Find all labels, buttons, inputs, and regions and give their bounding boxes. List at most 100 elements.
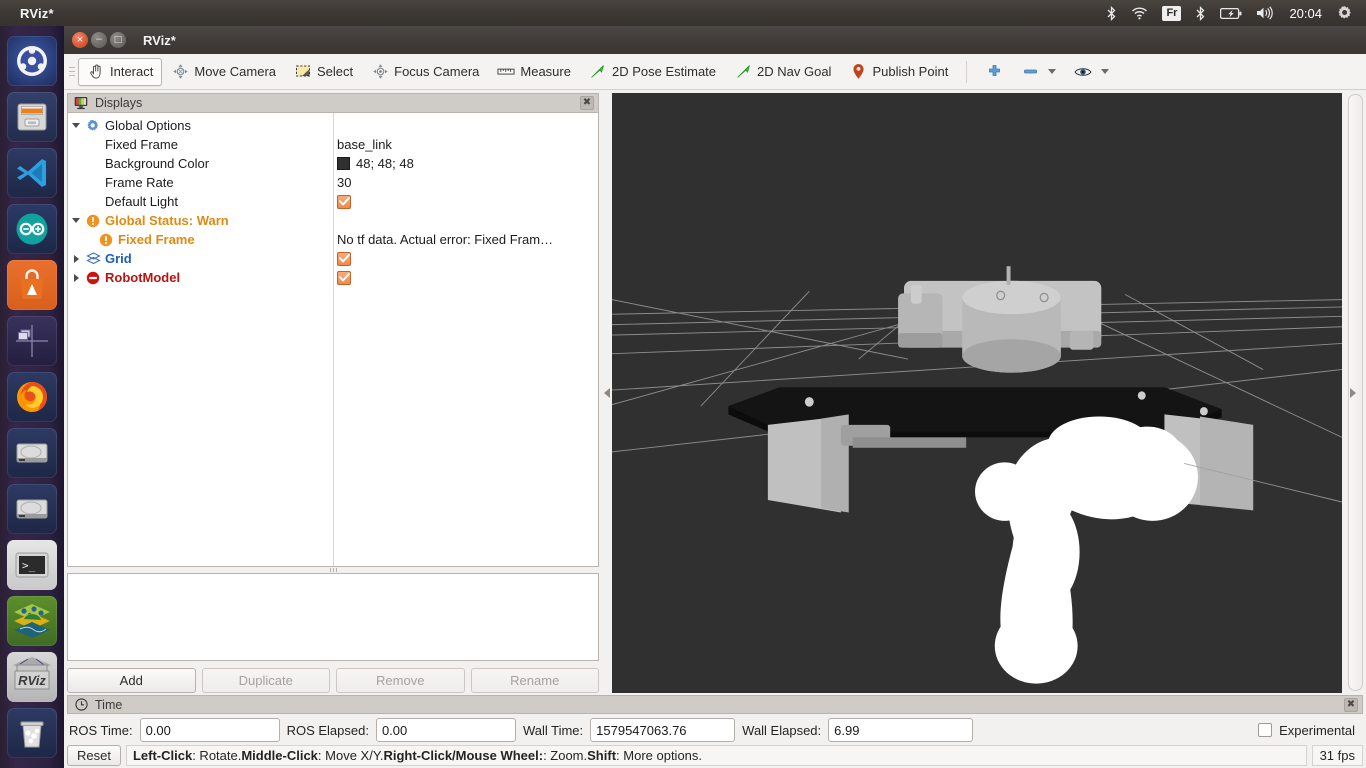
error-icon (84, 271, 102, 285)
tool-move-camera[interactable]: Move Camera (162, 58, 285, 86)
tool-measure-label: Measure (520, 64, 571, 79)
time-panel-header: Time ✖ (67, 695, 1363, 714)
3d-viewport[interactable] (612, 93, 1342, 693)
displays-tree[interactable]: Global Options Fixed Frame Background Co… (67, 112, 599, 567)
tool-publish-point[interactable]: Publish Point (840, 58, 957, 86)
color-swatch[interactable] (337, 157, 350, 170)
status-bar: Reset Left-Click: Rotate. Middle-Click: … (64, 744, 1366, 768)
tree-row-default-light[interactable]: Default Light (68, 192, 333, 211)
value-fixed-frame[interactable]: base_link (334, 135, 598, 154)
3d-scene (612, 93, 1342, 693)
time-fields-row: ROS Time: 0.00 ROS Elapsed: 0.00 Wall Ti… (67, 714, 1363, 744)
ruler-icon (497, 63, 515, 81)
experimental-checkbox[interactable] (1258, 723, 1273, 737)
battery-icon[interactable] (1213, 0, 1249, 26)
launcher-item-files[interactable] (7, 92, 57, 142)
experimental-label: Experimental (1279, 722, 1355, 738)
time-panel-close-icon[interactable]: ✖ (1344, 697, 1358, 712)
value-background-color[interactable]: 48; 48; 48 (334, 154, 598, 173)
tree-label: Default Light (105, 194, 178, 209)
checkbox-checked-icon[interactable] (337, 194, 351, 209)
tool-2d-nav-goal[interactable]: 2D Nav Goal (725, 58, 840, 86)
launcher-item-arduino[interactable] (7, 204, 57, 254)
launcher-item-ubuntu-dash[interactable] (7, 36, 57, 86)
launcher-item-firefox[interactable] (7, 372, 57, 422)
gear-icon[interactable] (1330, 0, 1360, 26)
tool-focus-camera[interactable]: Focus Camera (362, 58, 488, 86)
software-bag-icon (21, 269, 43, 299)
rviz-window: × − □ RViz* Interact Move Camera Select … (64, 26, 1366, 768)
tree-row-grid[interactable]: Grid (68, 249, 333, 268)
keyboard-layout-indicator[interactable]: Fr (1155, 0, 1188, 26)
ros-time-field[interactable]: 0.00 (139, 718, 280, 742)
launcher-item-ubuntu-software[interactable] (7, 260, 57, 310)
chevron-down-icon[interactable] (1048, 69, 1057, 74)
wall-time-field[interactable]: 1579547063.76 (590, 718, 736, 742)
wifi-icon[interactable] (1124, 0, 1155, 26)
tree-row-robotmodel[interactable]: RobotModel (68, 268, 333, 287)
volume-icon[interactable] (1249, 0, 1281, 26)
tree-label: RobotModel (105, 270, 181, 285)
launcher-item-rviz[interactable]: RViz (7, 652, 57, 702)
value-robotmodel-enabled[interactable] (334, 268, 598, 287)
reset-button[interactable]: Reset (67, 744, 121, 766)
bluetooth-status-icon[interactable] (1188, 0, 1213, 26)
launcher-item-workspace-switcher[interactable] (7, 316, 57, 366)
remove-button[interactable]: Remove (336, 667, 465, 693)
launcher-item-disk-1[interactable] (7, 428, 57, 478)
tree-label: Global Options (105, 118, 191, 133)
tree-row-global-options[interactable]: Global Options (68, 116, 333, 135)
tree-row-fixed-frame[interactable]: Fixed Frame (68, 135, 333, 154)
checkbox-checked-icon[interactable] (337, 251, 351, 266)
tree-label: Global Status: Warn (105, 213, 229, 228)
value-frame-rate[interactable]: 30 (334, 173, 598, 192)
firefox-icon (17, 382, 47, 412)
status-hint-message: Left-Click: Rotate. Middle-Click: Move X… (125, 744, 1307, 766)
add-button[interactable]: Add (67, 667, 196, 693)
duplicate-button[interactable]: Duplicate (201, 667, 330, 693)
left-panel-collapse-handle[interactable] (602, 93, 612, 693)
tool-interact[interactable]: Interact (78, 57, 163, 86)
visibility-button[interactable] (1065, 58, 1118, 86)
tree-row-frame-rate[interactable]: Frame Rate (68, 173, 333, 192)
launcher-item-vscode[interactable] (7, 148, 57, 198)
value-grid-enabled[interactable] (334, 249, 598, 268)
value-row-blank (334, 211, 598, 230)
bluetooth-icon[interactable] (1099, 0, 1124, 26)
window-minimize-button[interactable]: − (91, 32, 107, 48)
tool-2d-pose-estimate[interactable]: 2D Pose Estimate (580, 58, 725, 86)
window-close-button[interactable]: × (72, 32, 88, 48)
clock-label[interactable]: 20:04 (1281, 0, 1330, 26)
launcher-item-gazebo[interactable] (7, 596, 57, 646)
chevron-down-icon[interactable] (1101, 69, 1110, 74)
add-tool-button[interactable] (976, 58, 1012, 86)
monitor-icon (72, 94, 90, 112)
tree-row-global-status[interactable]: Global Status: Warn (68, 211, 333, 230)
right-panel-collapse-handle[interactable] (1342, 93, 1364, 693)
expand-arrow-icon[interactable] (68, 218, 84, 223)
experimental-toggle[interactable]: Experimental (1258, 723, 1361, 738)
launcher-item-trash[interactable] (7, 708, 57, 758)
remove-tool-button[interactable] (1012, 58, 1065, 86)
tree-row-background-color[interactable]: Background Color (68, 154, 333, 173)
window-maximize-button[interactable]: □ (110, 32, 126, 48)
launcher-item-disk-2[interactable] (7, 484, 57, 534)
checkbox-checked-icon[interactable] (337, 270, 351, 285)
wall-elapsed-field[interactable]: 6.99 (828, 718, 974, 742)
launcher-item-terminal[interactable]: >_ (7, 540, 57, 590)
ros-elapsed-field[interactable]: 0.00 (375, 718, 516, 742)
expand-arrow-icon[interactable] (68, 254, 84, 263)
value-text: 30 (337, 175, 352, 190)
tool-select[interactable]: Select (285, 58, 362, 86)
tree-row-status-fixed-frame[interactable]: Fixed Frame (68, 230, 333, 249)
toolbar-drag-handle[interactable] (67, 61, 76, 83)
expand-arrow-icon[interactable] (68, 273, 84, 282)
tool-measure[interactable]: Measure (488, 58, 580, 86)
unity-top-panel: RViz* Fr 20:04 (0, 0, 1366, 26)
value-default-light[interactable] (334, 192, 598, 211)
expand-arrow-icon[interactable] (68, 123, 84, 128)
warning-icon (97, 233, 115, 247)
displays-button-row: Add Duplicate Remove Rename (67, 661, 599, 693)
displays-panel-close-icon[interactable]: ✖ (580, 96, 594, 110)
rename-button[interactable]: Rename (470, 667, 599, 693)
